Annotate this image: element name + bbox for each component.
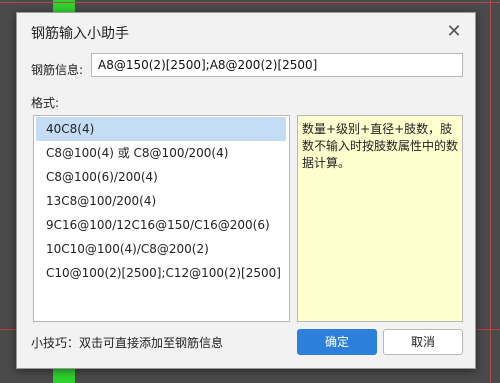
- format-list-item[interactable]: 9C16@100/12C16@150/C16@200(6): [36, 213, 286, 237]
- canvas-red-line: [0, 2, 500, 3]
- canvas-red-line: [490, 0, 491, 383]
- tip-text: 小技巧：双击可直接添加至钢筋信息: [31, 336, 224, 350]
- rebar-info-label: 钢筋信息:: [31, 63, 84, 77]
- format-list-item[interactable]: C8@100(4) 或 C8@100/200(4): [36, 141, 286, 165]
- cancel-button[interactable]: 取消: [383, 329, 463, 355]
- format-label: 格式:: [31, 96, 60, 110]
- format-list-item[interactable]: 10C10@100(4)/C8@200(2): [36, 237, 286, 261]
- format-list-item[interactable]: 13C8@100/200(4): [36, 189, 286, 213]
- close-icon[interactable]: ✕: [443, 21, 465, 43]
- rebar-info-input[interactable]: [91, 53, 463, 77]
- dialog-titlebar[interactable]: 钢筋输入小助手 ✕: [17, 13, 475, 51]
- format-list-item[interactable]: C10@100(2)[2500];C12@100(2)[2500]: [36, 261, 286, 285]
- dialog-title: 钢筋输入小助手: [31, 26, 129, 42]
- format-list-item[interactable]: 40C8(4): [36, 117, 286, 141]
- format-list[interactable]: 40C8(4) C8@100(4) 或 C8@100/200(4) C8@100…: [33, 115, 290, 322]
- rebar-input-dialog: 钢筋输入小助手 ✕ 钢筋信息: 格式: 40C8(4) C8@100(4) 或 …: [16, 12, 476, 369]
- ok-button[interactable]: 确定: [297, 329, 377, 355]
- format-description: 数量+级别+直径+肢数，肢数不输入时按肢数属性中的数据计算。: [297, 115, 463, 322]
- format-list-item[interactable]: C8@100(6)/200(4): [36, 165, 286, 189]
